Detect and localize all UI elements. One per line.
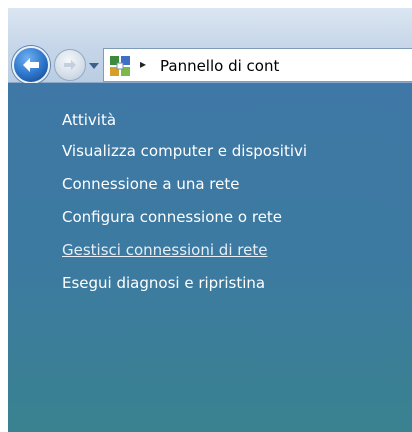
chevron-down-icon[interactable] (88, 59, 100, 71)
task-view-computers-devices[interactable]: Visualizza computer e dispositivi (62, 142, 362, 161)
task-list: Attività Visualizza computer e dispositi… (62, 111, 362, 307)
back-arrow-icon (23, 58, 39, 72)
forward-button[interactable] (54, 49, 86, 81)
task-connect-to-network[interactable]: Connessione a una rete (62, 175, 362, 194)
task-pane: Attività Visualizza computer e dispositi… (8, 83, 412, 432)
navigation-bar: ▸ Pannello di cont (8, 8, 412, 84)
breadcrumb-separator[interactable]: ▸ (140, 57, 146, 71)
breadcrumb-control-panel[interactable]: Pannello di cont (160, 57, 279, 75)
back-button[interactable] (12, 46, 50, 84)
task-setup-connection[interactable]: Configura connessione o rete (62, 208, 362, 227)
task-manage-network-connections[interactable]: Gestisci connessioni di rete (62, 241, 362, 260)
explorer-window: ▸ Pannello di cont Attività Visualizza c… (8, 8, 412, 432)
control-panel-icon (110, 56, 130, 76)
forward-arrow-icon (64, 60, 76, 70)
tasks-heading: Attività (62, 111, 117, 129)
address-bar[interactable]: ▸ Pannello di cont (103, 48, 412, 82)
task-diagnose-repair[interactable]: Esegui diagnosi e ripristina (62, 274, 362, 293)
